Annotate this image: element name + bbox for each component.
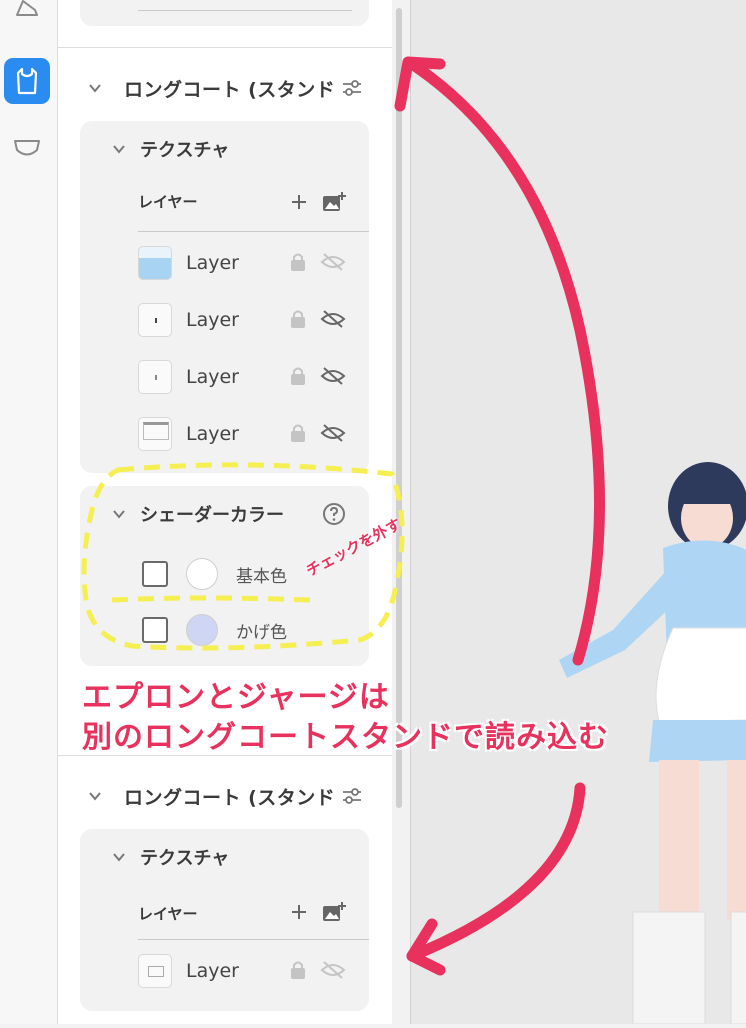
arrow-down — [406, 782, 586, 962]
note-line-2: 別のロングコートスタンドで読み込む — [82, 720, 609, 755]
arrow-up — [406, 58, 605, 666]
note-line-1: エプロンとジャージは — [82, 680, 390, 715]
annotation-overlay — [81, 56, 605, 976]
